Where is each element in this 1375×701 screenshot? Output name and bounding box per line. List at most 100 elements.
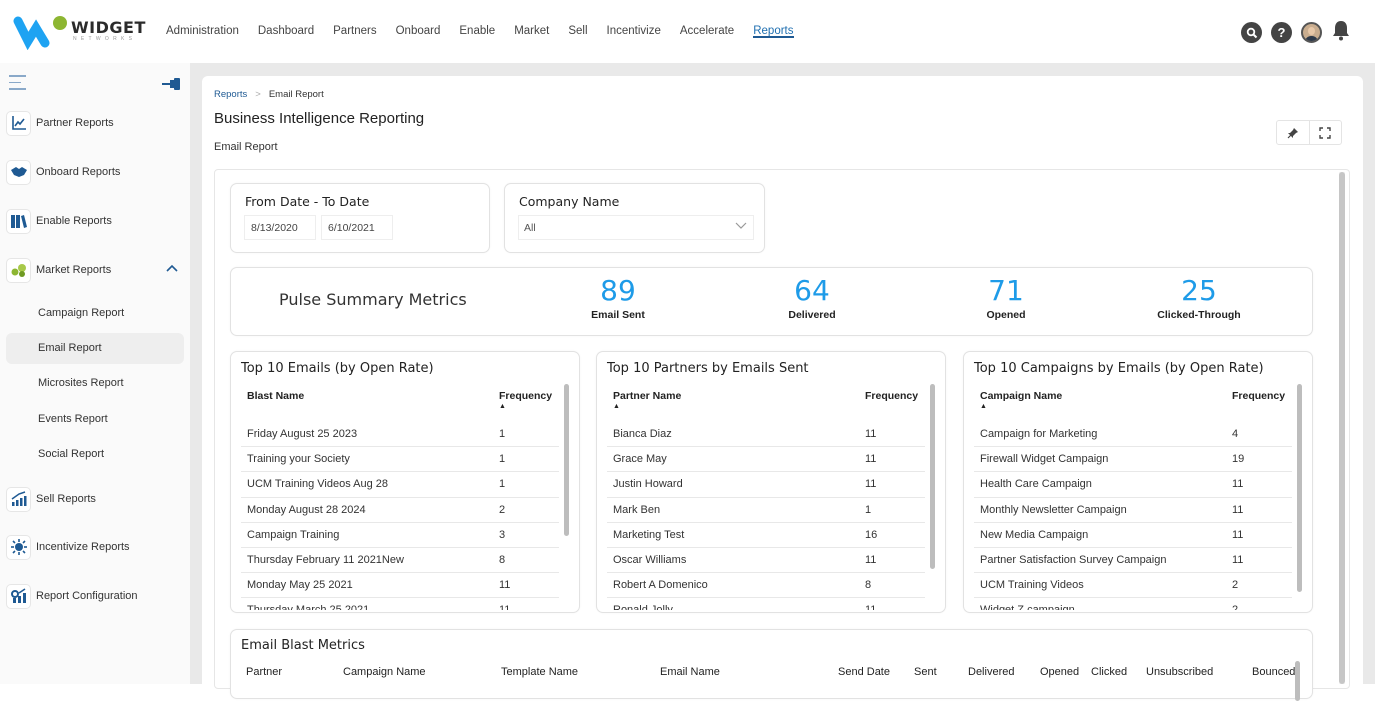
sidebar-item-onboard-reports[interactable]: Onboard Reports — [6, 159, 120, 185]
breadcrumb-reports-link[interactable]: Reports — [214, 89, 247, 100]
widget-networks-logo[interactable]: WIDGET NETWORKS — [12, 14, 145, 51]
table-scrollbar[interactable] — [564, 384, 569, 536]
table-row[interactable]: Monday May 25 2021 11 — [241, 573, 559, 599]
books-icon — [6, 208, 31, 234]
column-campaign-name[interactable]: Campaign Name ▲ — [980, 390, 1232, 422]
table-row[interactable]: Campaign Training 3 — [241, 523, 559, 548]
company-name-select[interactable]: All — [518, 215, 754, 240]
sidebar-sub-email-report[interactable]: Email Report — [6, 333, 184, 364]
column-frequency[interactable]: Frequency — [865, 390, 925, 422]
table-row[interactable]: Campaign for Marketing 4 — [974, 422, 1292, 448]
column-bounced[interactable]: Bounced — [1252, 666, 1295, 678]
sidebar-item-incentivize-reports[interactable]: Incentivize Reports — [6, 534, 130, 560]
nav-incentivize[interactable]: Incentivize — [607, 0, 661, 63]
top-partners-card: Top 10 Partners by Emails Sent Partner N… — [596, 351, 946, 613]
column-delivered[interactable]: Delivered — [968, 666, 1014, 678]
table-scrollbar[interactable] — [1295, 661, 1300, 701]
pin-icon[interactable] — [1277, 121, 1309, 144]
table-scrollbar[interactable] — [930, 384, 935, 569]
sidebar-sub-campaign-report[interactable]: Campaign Report — [6, 298, 184, 329]
nav-partners[interactable]: Partners — [333, 0, 376, 63]
fullscreen-icon[interactable] — [1308, 121, 1342, 144]
table-row[interactable]: Thursday March 25 202111 — [241, 598, 559, 610]
date-range-label: From Date - To Date — [245, 194, 370, 209]
nav-sell[interactable]: Sell — [568, 0, 587, 63]
table-row[interactable]: Monday August 28 2024 2 — [241, 498, 559, 523]
sidebar-item-enable-reports[interactable]: Enable Reports — [6, 208, 112, 234]
table-row[interactable]: Oscar Williams 11 — [607, 548, 925, 574]
from-date-input[interactable]: 8/13/2020 — [244, 215, 316, 240]
user-avatar[interactable] — [1301, 22, 1322, 43]
table-scrollbar[interactable] — [1297, 384, 1302, 592]
column-partner[interactable]: Partner — [246, 666, 282, 678]
pin-sidebar-icon[interactable] — [162, 77, 180, 95]
column-unsubscribed[interactable]: Unsubscribed — [1146, 666, 1213, 678]
table-row[interactable]: UCM Training Videos 2 — [974, 573, 1292, 599]
column-email-name[interactable]: Email Name — [660, 666, 720, 678]
sidebar-item-sell-reports[interactable]: Sell Reports — [6, 486, 96, 512]
column-partner-name[interactable]: Partner Name ▲ — [613, 390, 865, 422]
top-emails-table: Blast Name Frequency ▲ Friday August 25 2… — [241, 388, 559, 610]
sort-asc-icon: ▲ — [499, 403, 506, 410]
page-title: Business Intelligence Reporting — [214, 110, 425, 127]
sidebar-sub-social-report[interactable]: Social Report — [6, 439, 184, 470]
nav-enable[interactable]: Enable — [459, 0, 495, 63]
nav-onboard[interactable]: Onboard — [396, 0, 441, 63]
table-row[interactable]: New Media Campaign 11 — [974, 523, 1292, 548]
table-row[interactable]: Monthly Newsletter Campaign 11 — [974, 498, 1292, 523]
column-sent[interactable]: Sent — [914, 666, 937, 678]
top-campaigns-title: Top 10 Campaigns by Emails (by Open Rate… — [974, 361, 1264, 376]
nav-dashboard[interactable]: Dashboard — [258, 0, 314, 63]
top-emails-card: Top 10 Emails (by Open Rate) Blast Name … — [230, 351, 580, 613]
sidebar-item-partner-reports[interactable]: Partner Reports — [6, 110, 114, 136]
table-row[interactable]: Bianca Diaz 11 — [607, 422, 925, 448]
help-icon[interactable]: ? — [1271, 22, 1292, 43]
nav-administration[interactable]: Administration — [166, 0, 239, 63]
table-row[interactable]: Thursday February 11 2021New 8 — [241, 548, 559, 574]
nav-reports[interactable]: Reports — [753, 0, 794, 63]
column-clicked[interactable]: Clicked — [1091, 666, 1127, 678]
chevron-up-icon[interactable] — [166, 263, 178, 275]
table-row[interactable]: Widget Z campaign2 — [974, 598, 1292, 610]
logo-subtext: NETWORKS — [73, 36, 137, 42]
table-row[interactable]: UCM Training Videos Aug 28 1 — [241, 472, 559, 498]
table-row[interactable]: Robert A Domenico 8 — [607, 573, 925, 599]
pulse-summary-card: Pulse Summary Metrics 89 Email Sent 64 D… — [230, 267, 1313, 336]
top-navbar: WIDGET NETWORKS Administration Dashboard… — [0, 0, 1375, 63]
to-date-input[interactable]: 6/10/2021 — [321, 215, 393, 240]
bell-icon[interactable] — [1331, 19, 1351, 46]
top-emails-title: Top 10 Emails (by Open Rate) — [241, 361, 434, 376]
search-icon[interactable] — [1241, 22, 1262, 43]
column-template-name[interactable]: Template Name — [501, 666, 578, 678]
nav-market[interactable]: Market — [514, 0, 549, 63]
sidebar-sub-microsites-report[interactable]: Microsites Report — [6, 368, 184, 399]
column-campaign-name[interactable]: Campaign Name — [343, 666, 426, 678]
pulse-summary-title: Pulse Summary Metrics — [279, 290, 467, 309]
table-row[interactable]: Mark Ben 1 — [607, 498, 925, 523]
sidebar-item-market-reports[interactable]: Market Reports — [6, 257, 111, 283]
table-row[interactable]: Partner Satisfaction Survey Campaign 11 — [974, 548, 1292, 574]
metric-label: Email Sent — [591, 309, 645, 321]
menu-toggle-icon[interactable] — [9, 75, 26, 95]
table-row[interactable]: Firewall Widget Campaign 19 — [974, 447, 1292, 473]
column-opened[interactable]: Opened — [1040, 666, 1079, 678]
growth-chart-icon — [6, 486, 31, 512]
table-row[interactable]: Ronald Jolly11 — [607, 598, 925, 610]
column-frequency[interactable]: Frequency ▲ — [499, 390, 559, 422]
table-row[interactable]: Friday August 25 2023 1 — [241, 422, 559, 448]
table-row[interactable]: Training your Society 1 — [241, 447, 559, 473]
table-row[interactable]: Marketing Test 16 — [607, 523, 925, 548]
column-send-date[interactable]: Send Date — [838, 666, 890, 678]
metric-value: 71 — [988, 274, 1024, 307]
table-row[interactable]: Justin Howard 11 — [607, 472, 925, 498]
report-scrollbar[interactable] — [1339, 172, 1345, 684]
table-row[interactable]: Health Care Campaign 11 — [974, 472, 1292, 498]
incentive-gear-icon — [6, 534, 31, 560]
table-row[interactable]: Grace May 11 — [607, 447, 925, 473]
column-frequency[interactable]: Frequency — [1232, 390, 1292, 422]
sidebar-item-report-configuration[interactable]: Report Configuration — [6, 583, 138, 609]
sidebar-item-label: Incentivize Reports — [36, 541, 130, 553]
nav-accelerate[interactable]: Accelerate — [680, 0, 734, 63]
column-blast-name[interactable]: Blast Name — [247, 390, 499, 422]
sidebar-sub-events-report[interactable]: Events Report — [6, 404, 184, 435]
